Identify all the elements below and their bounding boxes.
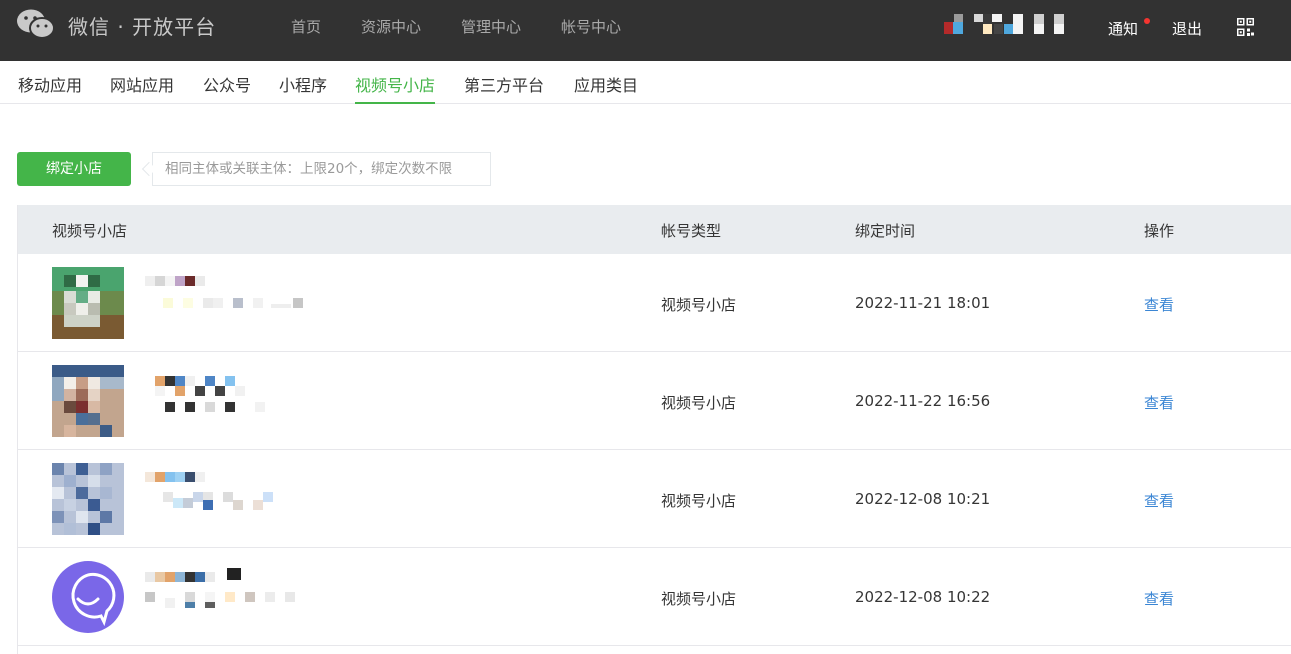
account-type: 视频号小店 <box>661 296 737 314</box>
col-bind-time: 绑定时间 <box>855 222 916 240</box>
shop-name[interactable] <box>145 566 305 608</box>
top-header: 微信 · 开放平台 首页 资源中心 管理中心 帐号中心 通知 退出 <box>0 0 1291 61</box>
tab-website-app[interactable]: 网站应用 <box>110 72 174 104</box>
nav-resource-center[interactable]: 资源中心 <box>361 16 421 37</box>
shop-avatar <box>52 365 124 437</box>
account-name-avatar[interactable] <box>944 14 1068 34</box>
col-shop: 视频号小店 <box>52 222 128 240</box>
table-row: 视频号小店 2022-11-22 16:56 查看 <box>18 352 1291 450</box>
category-tabs: 移动应用 网站应用 公众号 小程序 视频号小店 第三方平台 应用类目 <box>0 61 1291 104</box>
bind-limit-hint: 相同主体或关联主体：上限20个，绑定次数不限 <box>152 152 491 186</box>
top-nav: 首页 资源中心 管理中心 帐号中心 <box>273 16 661 37</box>
view-link[interactable]: 查看 <box>1144 392 1174 413</box>
view-link[interactable]: 查看 <box>1144 588 1174 609</box>
qrcode-icon[interactable] <box>1237 18 1254 36</box>
tab-third-party-platform[interactable]: 第三方平台 <box>464 72 544 104</box>
shop-avatar <box>52 561 124 633</box>
shop-name[interactable] <box>145 468 305 510</box>
bind-time: 2022-11-22 16:56 <box>855 392 991 410</box>
shop-avatar <box>52 267 124 339</box>
tab-official-account[interactable]: 公众号 <box>203 72 251 104</box>
account-type: 视频号小店 <box>661 394 737 412</box>
table-row: 视频号小店 2022-11-21 18:01 查看 <box>18 254 1291 352</box>
col-account-type: 帐号类型 <box>661 222 722 240</box>
account-type: 视频号小店 <box>661 492 737 510</box>
table-row: 视频号小店 2022-12-08 10:21 查看 <box>18 450 1291 548</box>
account-type: 视频号小店 <box>661 590 737 608</box>
shop-table: 视频号小店 帐号类型 绑定时间 操作 视频号小店 2022-11-21 18:0… <box>17 205 1291 654</box>
nav-management-center[interactable]: 管理中心 <box>461 16 521 37</box>
nav-account-center[interactable]: 帐号中心 <box>561 16 621 37</box>
brand-title[interactable]: 微信 · 开放平台 <box>68 11 216 40</box>
notify-badge-dot <box>1144 18 1150 24</box>
shop-name[interactable] <box>145 370 305 412</box>
bind-time: 2022-12-08 10:21 <box>855 490 991 508</box>
bind-shop-button[interactable]: 绑定小店 <box>17 152 131 186</box>
bind-time: 2022-11-21 18:01 <box>855 294 991 312</box>
notify-link[interactable]: 通知 <box>1108 18 1138 39</box>
table-header: 视频号小店 帐号类型 绑定时间 操作 <box>18 205 1291 254</box>
shop-name[interactable] <box>145 272 305 314</box>
tab-mobile-app[interactable]: 移动应用 <box>18 72 82 104</box>
bind-time: 2022-12-08 10:22 <box>855 588 991 606</box>
tab-app-category[interactable]: 应用类目 <box>574 72 638 104</box>
view-link[interactable]: 查看 <box>1144 294 1174 315</box>
logout-link[interactable]: 退出 <box>1172 18 1202 39</box>
view-link[interactable]: 查看 <box>1144 490 1174 511</box>
tab-mini-program[interactable]: 小程序 <box>279 72 327 104</box>
tab-channels-shop[interactable]: 视频号小店 <box>355 72 436 104</box>
col-actions: 操作 <box>1144 222 1175 240</box>
nav-home[interactable]: 首页 <box>291 16 321 37</box>
table-row: 视频号小店 2022-12-08 10:22 查看 <box>18 548 1291 646</box>
wechat-logo-icon <box>17 9 55 39</box>
shop-avatar <box>52 463 124 535</box>
